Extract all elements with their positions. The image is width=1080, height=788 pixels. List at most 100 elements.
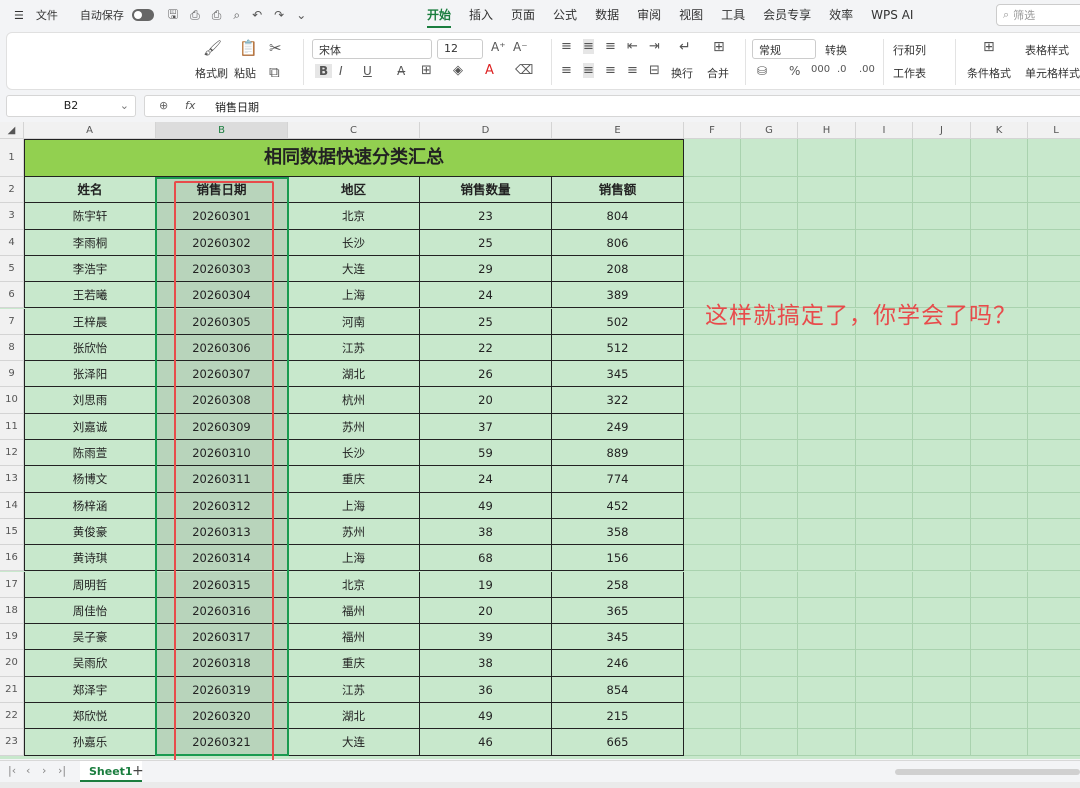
table-cell[interactable]: 湖北 (288, 703, 420, 730)
table-cell[interactable]: 20 (420, 387, 552, 414)
wrap-text-icon[interactable]: ↵ (679, 39, 691, 55)
table-cell[interactable]: 36 (420, 676, 552, 703)
horizontal-scrollbar[interactable] (895, 769, 1080, 775)
table-cell[interactable]: 502 (552, 308, 684, 335)
empty-cell[interactable] (913, 492, 971, 519)
table-cell[interactable]: 358 (552, 518, 684, 546)
border-icon[interactable]: ⊞ (421, 63, 432, 78)
empty-cell[interactable] (971, 492, 1028, 519)
empty-cell[interactable] (913, 650, 971, 677)
cond-format-button[interactable]: 条件格式 (967, 65, 1011, 81)
prev-sheet-icon[interactable]: ‹ (26, 764, 30, 777)
search-input[interactable]: ⌕ 筛选 (996, 4, 1080, 26)
copy-icon[interactable]: ⧉ (269, 63, 280, 81)
empty-cell[interactable] (741, 413, 798, 440)
empty-cell[interactable] (856, 413, 913, 440)
empty-cell[interactable] (1028, 650, 1080, 677)
add-sheet-icon[interactable]: + (132, 763, 144, 779)
table-cell[interactable]: 孙嘉乐 (24, 729, 156, 756)
empty-cell[interactable] (741, 492, 798, 519)
empty-cell[interactable] (684, 255, 741, 283)
table-cell[interactable]: 周明哲 (24, 571, 156, 598)
paste-button[interactable]: 粘贴 (234, 65, 256, 81)
table-cell[interactable]: 365 (552, 597, 684, 625)
empty-cell[interactable] (684, 571, 741, 598)
empty-cell[interactable] (971, 650, 1028, 677)
table-cell[interactable]: 长沙 (288, 229, 420, 256)
cut-icon[interactable]: ✂ (269, 39, 282, 57)
table-cell[interactable]: 258 (552, 571, 684, 598)
empty-cell[interactable] (798, 466, 856, 493)
empty-cell[interactable] (798, 361, 856, 388)
header-cell[interactable]: 销售数量 (420, 177, 552, 204)
percent-icon[interactable]: % (789, 64, 800, 78)
header-cell[interactable]: 地区 (288, 177, 420, 204)
table-cell[interactable]: 郑欣悦 (24, 703, 156, 730)
table-cell[interactable]: 王梓晨 (24, 308, 156, 335)
save-icon[interactable]: 🖫 (162, 5, 184, 26)
empty-cell[interactable] (741, 229, 798, 256)
empty-cell[interactable] (913, 203, 971, 230)
fill-color-icon[interactable]: ◈ (453, 63, 463, 78)
number-format-select[interactable]: 常规 (752, 39, 816, 59)
tab-3[interactable]: 公式 (544, 0, 586, 30)
row-header[interactable]: 3 (0, 203, 24, 230)
empty-cell[interactable] (856, 203, 913, 230)
table-cell[interactable]: 李浩宇 (24, 255, 156, 283)
table-cell[interactable]: 杭州 (288, 387, 420, 414)
row-header[interactable]: 19 (0, 624, 24, 651)
empty-cell[interactable] (856, 545, 913, 572)
empty-cell[interactable] (1028, 519, 1080, 546)
zoom-icon[interactable]: ⊕ (159, 99, 168, 112)
empty-cell[interactable] (856, 650, 913, 677)
empty-cell[interactable] (1028, 335, 1080, 362)
empty-cell[interactable] (1028, 572, 1080, 598)
header-cell[interactable]: 销售额 (552, 177, 684, 204)
export-pdf-icon[interactable]: ⎙ (184, 8, 206, 23)
empty-cell[interactable] (684, 203, 741, 230)
row-header[interactable]: 20 (0, 650, 24, 677)
table-cell[interactable]: 23 (420, 203, 552, 230)
row-header[interactable]: 9 (0, 361, 24, 388)
align-left-icon[interactable]: ≡ (561, 63, 572, 78)
empty-cell[interactable] (741, 597, 798, 625)
format-painter-button[interactable]: 格式刷 (195, 65, 228, 81)
table-cell[interactable]: 杨梓涵 (24, 492, 156, 519)
empty-cell[interactable] (798, 676, 856, 703)
empty-cell[interactable] (971, 703, 1028, 730)
table-cell[interactable]: 江苏 (288, 676, 420, 703)
select-all-corner[interactable]: ◢ (0, 122, 24, 139)
empty-cell[interactable] (741, 334, 798, 362)
tab-5[interactable]: 审阅 (628, 0, 670, 30)
row-header[interactable]: 1 (0, 139, 24, 177)
row-header[interactable]: 16 (0, 545, 24, 572)
table-cell[interactable]: 陈宇轩 (24, 203, 156, 230)
empty-cell[interactable] (971, 387, 1028, 414)
table-cell[interactable]: 246 (552, 650, 684, 677)
empty-cell[interactable] (971, 676, 1028, 703)
table-cell[interactable]: 河南 (288, 308, 420, 335)
column-header-B[interactable]: B (156, 122, 288, 139)
increase-decimal-icon[interactable]: .0 (837, 64, 847, 75)
empty-cell[interactable] (971, 255, 1028, 283)
empty-cell[interactable] (971, 597, 1028, 625)
empty-cell[interactable] (798, 624, 856, 651)
empty-cell[interactable] (741, 255, 798, 283)
table-cell[interactable]: 周佳怡 (24, 597, 156, 625)
table-cell[interactable]: 李雨桐 (24, 229, 156, 256)
empty-cell[interactable] (684, 650, 741, 677)
empty-cell[interactable] (741, 703, 798, 730)
tab-2[interactable]: 页面 (502, 0, 544, 30)
menu-icon[interactable]: ☰ (8, 9, 30, 22)
table-cell[interactable]: 25 (420, 229, 552, 256)
empty-cell[interactable] (741, 676, 798, 703)
empty-cell[interactable] (856, 334, 913, 362)
empty-cell[interactable] (856, 492, 913, 519)
table-cell[interactable]: 北京 (288, 571, 420, 598)
table-cell[interactable]: 20 (420, 597, 552, 625)
table-cell[interactable]: 大连 (288, 255, 420, 283)
empty-cell[interactable] (1028, 440, 1080, 467)
table-cell[interactable]: 49 (420, 703, 552, 730)
spreadsheet-grid[interactable]: ◢ ABCDEFGHIJKL 1 2 3 4 5 6 7 8 9 10 11 12 13 14 15 16 17… (0, 122, 1080, 759)
table-cell[interactable]: 774 (552, 466, 684, 493)
